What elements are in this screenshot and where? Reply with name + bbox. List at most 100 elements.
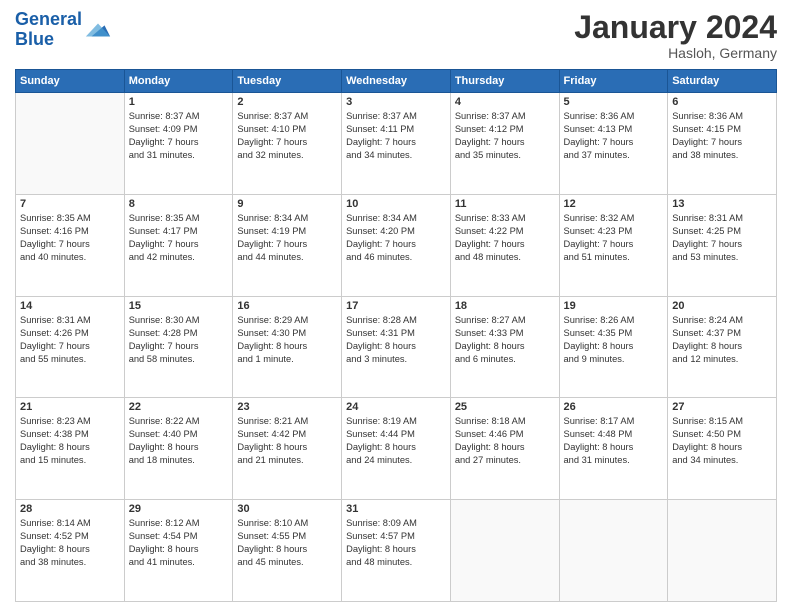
- day-number: 9: [237, 198, 337, 210]
- location: Hasloh, Germany: [574, 45, 777, 61]
- day-number: 15: [129, 300, 229, 312]
- day-info: Sunrise: 8:32 AM Sunset: 4:23 PM Dayligh…: [564, 212, 664, 264]
- month-title: January 2024: [574, 10, 777, 45]
- day-number: 7: [20, 198, 120, 210]
- calendar-cell: 11 Sunrise: 8:33 AM Sunset: 4:22 PM Dayli…: [450, 194, 559, 296]
- logo-text2: Blue: [15, 30, 82, 50]
- day-number: 2: [237, 96, 337, 108]
- day-info: Sunrise: 8:23 AM Sunset: 4:38 PM Dayligh…: [20, 415, 120, 467]
- weekday-header: Thursday: [450, 70, 559, 93]
- calendar-cell: [668, 500, 777, 602]
- calendar-cell: 30Sunrise: 8:10 AM Sunset: 4:55 PM Dayli…: [233, 500, 342, 602]
- day-number: 22: [129, 401, 229, 413]
- calendar-cell: 14 Sunrise: 8:31 AM Sunset: 4:26 PM Dayli…: [16, 296, 125, 398]
- calendar-cell: 29Sunrise: 8:12 AM Sunset: 4:54 PM Dayli…: [124, 500, 233, 602]
- day-info: Sunrise: 8:28 AM Sunset: 4:31 PM Dayligh…: [346, 314, 446, 366]
- day-number: 12: [564, 198, 664, 210]
- logo-text: General: [15, 10, 82, 30]
- day-info: Sunrise: 8:21 AM Sunset: 4:42 PM Dayligh…: [237, 415, 337, 467]
- day-info: Sunrise: 8:14 AM Sunset: 4:52 PM Dayligh…: [20, 517, 120, 569]
- day-number: 25: [455, 401, 555, 413]
- day-info: Sunrise: 8:34 AM Sunset: 4:19 PM Dayligh…: [237, 212, 337, 264]
- calendar-cell: 3Sunrise: 8:37 AM Sunset: 4:11 PM Daylig…: [342, 93, 451, 195]
- day-info: Sunrise: 8:34 AM Sunset: 4:20 PM Dayligh…: [346, 212, 446, 264]
- calendar-cell: 10 Sunrise: 8:34 AM Sunset: 4:20 PM Dayli…: [342, 194, 451, 296]
- calendar-cell: 25Sunrise: 8:18 AM Sunset: 4:46 PM Dayli…: [450, 398, 559, 500]
- day-number: 18: [455, 300, 555, 312]
- day-info: Sunrise: 8:24 AM Sunset: 4:37 PM Dayligh…: [672, 314, 772, 366]
- weekday-header: Monday: [124, 70, 233, 93]
- day-number: 27: [672, 401, 772, 413]
- day-number: 26: [564, 401, 664, 413]
- calendar-cell: 15 Sunrise: 8:30 AM Sunset: 4:28 PM Dayli…: [124, 296, 233, 398]
- day-number: 16: [237, 300, 337, 312]
- day-number: 31: [346, 503, 446, 515]
- day-number: 5: [564, 96, 664, 108]
- calendar-cell: 13 Sunrise: 8:31 AM Sunset: 4:25 PM Dayli…: [668, 194, 777, 296]
- calendar-cell: 4 Sunrise: 8:37 AM Sunset: 4:12 PM Daylig…: [450, 93, 559, 195]
- day-info: Sunrise: 8:12 AM Sunset: 4:54 PM Dayligh…: [129, 517, 229, 569]
- day-info: Sunrise: 8:35 AM Sunset: 4:17 PM Dayligh…: [129, 212, 229, 264]
- day-info: Sunrise: 8:31 AM Sunset: 4:26 PM Dayligh…: [20, 314, 120, 366]
- day-info: Sunrise: 8:36 AM Sunset: 4:15 PM Dayligh…: [672, 110, 772, 162]
- calendar-cell: 16 Sunrise: 8:29 AM Sunset: 4:30 PM Dayli…: [233, 296, 342, 398]
- calendar-cell: 2Sunrise: 8:37 AM Sunset: 4:10 PM Daylig…: [233, 93, 342, 195]
- day-number: 14: [20, 300, 120, 312]
- day-info: Sunrise: 8:37 AM Sunset: 4:12 PM Dayligh…: [455, 110, 555, 162]
- calendar-cell: 26 Sunrise: 8:17 AM Sunset: 4:48 PM Dayli…: [559, 398, 668, 500]
- day-number: 6: [672, 96, 772, 108]
- day-info: Sunrise: 8:37 AM Sunset: 4:11 PM Dayligh…: [346, 110, 446, 162]
- day-info: Sunrise: 8:31 AM Sunset: 4:25 PM Dayligh…: [672, 212, 772, 264]
- weekday-header: Tuesday: [233, 70, 342, 93]
- day-number: 13: [672, 198, 772, 210]
- day-info: Sunrise: 8:15 AM Sunset: 4:50 PM Dayligh…: [672, 415, 772, 467]
- day-info: Sunrise: 8:09 AM Sunset: 4:57 PM Dayligh…: [346, 517, 446, 569]
- day-number: 11: [455, 198, 555, 210]
- calendar-cell: [559, 500, 668, 602]
- calendar-cell: [450, 500, 559, 602]
- day-number: 10: [346, 198, 446, 210]
- day-info: Sunrise: 8:36 AM Sunset: 4:13 PM Dayligh…: [564, 110, 664, 162]
- weekday-header: Sunday: [16, 70, 125, 93]
- day-info: Sunrise: 8:22 AM Sunset: 4:40 PM Dayligh…: [129, 415, 229, 467]
- weekday-header: Saturday: [668, 70, 777, 93]
- day-number: 28: [20, 503, 120, 515]
- calendar-cell: 23 Sunrise: 8:21 AM Sunset: 4:42 PM Dayli…: [233, 398, 342, 500]
- calendar-cell: 24Sunrise: 8:19 AM Sunset: 4:44 PM Dayli…: [342, 398, 451, 500]
- calendar-cell: 1 Sunrise: 8:37 AM Sunset: 4:09 PM Daylig…: [124, 93, 233, 195]
- calendar-cell: [16, 93, 125, 195]
- calendar-table: SundayMondayTuesdayWednesdayThursdayFrid…: [15, 69, 777, 602]
- day-number: 30: [237, 503, 337, 515]
- day-info: Sunrise: 8:30 AM Sunset: 4:28 PM Dayligh…: [129, 314, 229, 366]
- calendar-cell: 8 Sunrise: 8:35 AM Sunset: 4:17 PM Daylig…: [124, 194, 233, 296]
- day-info: Sunrise: 8:33 AM Sunset: 4:22 PM Dayligh…: [455, 212, 555, 264]
- day-number: 23: [237, 401, 337, 413]
- title-section: January 2024 Hasloh, Germany: [574, 10, 777, 61]
- calendar-cell: 31 Sunrise: 8:09 AM Sunset: 4:57 PM Dayli…: [342, 500, 451, 602]
- header: General Blue January 2024 Hasloh, German…: [15, 10, 777, 61]
- day-number: 4: [455, 96, 555, 108]
- day-info: Sunrise: 8:35 AM Sunset: 4:16 PM Dayligh…: [20, 212, 120, 264]
- day-info: Sunrise: 8:17 AM Sunset: 4:48 PM Dayligh…: [564, 415, 664, 467]
- day-number: 24: [346, 401, 446, 413]
- day-info: Sunrise: 8:26 AM Sunset: 4:35 PM Dayligh…: [564, 314, 664, 366]
- day-info: Sunrise: 8:29 AM Sunset: 4:30 PM Dayligh…: [237, 314, 337, 366]
- calendar-cell: 7 Sunrise: 8:35 AM Sunset: 4:16 PM Daylig…: [16, 194, 125, 296]
- day-number: 8: [129, 198, 229, 210]
- logo-icon: [84, 16, 112, 44]
- day-info: Sunrise: 8:27 AM Sunset: 4:33 PM Dayligh…: [455, 314, 555, 366]
- calendar-cell: 6 Sunrise: 8:36 AM Sunset: 4:15 PM Daylig…: [668, 93, 777, 195]
- day-number: 1: [129, 96, 229, 108]
- calendar-cell: 27 Sunrise: 8:15 AM Sunset: 4:50 PM Dayli…: [668, 398, 777, 500]
- day-info: Sunrise: 8:37 AM Sunset: 4:09 PM Dayligh…: [129, 110, 229, 162]
- calendar-cell: 18 Sunrise: 8:27 AM Sunset: 4:33 PM Dayli…: [450, 296, 559, 398]
- calendar-cell: 12 Sunrise: 8:32 AM Sunset: 4:23 PM Dayli…: [559, 194, 668, 296]
- calendar-cell: 9 Sunrise: 8:34 AM Sunset: 4:19 PM Daylig…: [233, 194, 342, 296]
- logo: General Blue: [15, 10, 112, 50]
- day-number: 20: [672, 300, 772, 312]
- day-number: 17: [346, 300, 446, 312]
- calendar-cell: 22 Sunrise: 8:22 AM Sunset: 4:40 PM Dayli…: [124, 398, 233, 500]
- calendar-cell: 17 Sunrise: 8:28 AM Sunset: 4:31 PM Dayli…: [342, 296, 451, 398]
- day-number: 21: [20, 401, 120, 413]
- calendar-cell: 21 Sunrise: 8:23 AM Sunset: 4:38 PM Dayli…: [16, 398, 125, 500]
